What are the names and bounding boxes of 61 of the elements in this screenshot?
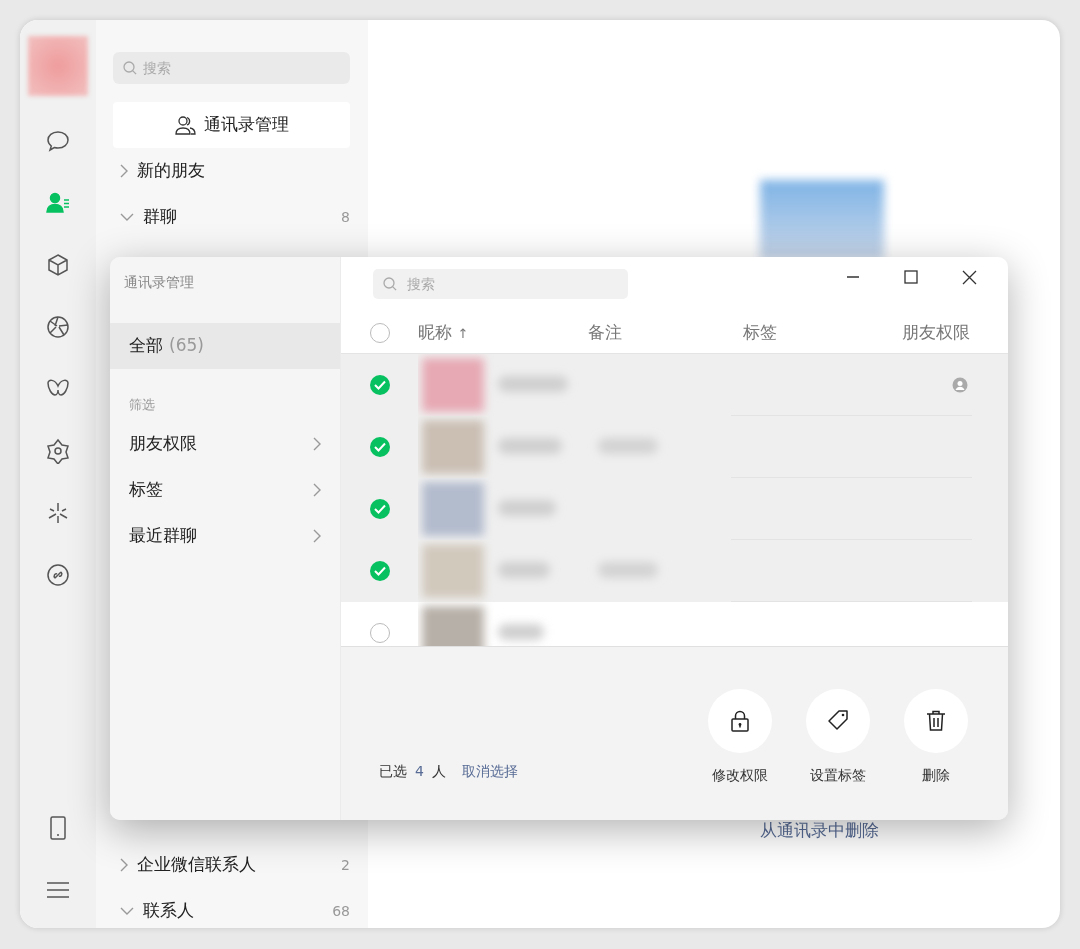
all-contacts-item[interactable]: 全部 (65): [110, 323, 340, 369]
aperture-icon: [45, 314, 71, 340]
check-icon: [373, 504, 386, 514]
search-field[interactable]: 搜索: [373, 269, 628, 299]
group-count: 2: [341, 855, 350, 875]
checkbox[interactable]: [369, 375, 390, 395]
checkbox[interactable]: [369, 323, 390, 343]
flower-icon: [45, 438, 71, 464]
chevron-right-icon: [119, 857, 129, 873]
contact-group[interactable]: 新的朋友: [113, 148, 350, 194]
tag-icon: [827, 709, 849, 733]
group-label: 群聊: [143, 205, 177, 229]
section-heading: 筛选: [128, 396, 156, 414]
minimize-icon: [846, 276, 860, 278]
column-header[interactable]: 备注: [588, 320, 743, 346]
link-circle-icon: [45, 562, 71, 588]
group-label: 联系人: [143, 899, 194, 923]
maximize-icon: [903, 269, 919, 285]
group-label: 新的朋友: [137, 159, 205, 183]
contacts-icon: [45, 190, 71, 216]
checkbox[interactable]: [369, 623, 390, 643]
dialog-title: 通讯录管理: [123, 273, 195, 292]
lock-icon: [729, 709, 751, 733]
checkbox[interactable]: [369, 499, 390, 519]
filter-item[interactable]: 最近群聊: [110, 512, 340, 559]
selected-count: 4: [415, 762, 424, 781]
chevron-down-icon: [119, 212, 135, 222]
people-icon: [174, 114, 196, 136]
delete-link[interactable]: 从通讯录中删除: [760, 818, 879, 844]
check-icon: [373, 380, 386, 390]
selected-label: 已选: [379, 762, 407, 781]
chevron-right-icon: [312, 527, 322, 544]
filter-item[interactable]: 标签: [110, 466, 340, 513]
search-icon: [383, 277, 397, 291]
group-count: 8: [341, 207, 350, 227]
chevron-right-icon: [119, 163, 129, 179]
chat-icon: [45, 128, 71, 154]
column-header[interactable]: 标签: [743, 320, 893, 346]
close-icon: [961, 269, 977, 285]
trash-icon: [925, 709, 947, 733]
column-header[interactable]: 昵称 ↑: [418, 320, 588, 346]
chevron-right-icon: [312, 435, 322, 452]
chevron-down-icon: [119, 906, 135, 916]
group-label: 企业微信联系人: [137, 853, 256, 877]
filter-item[interactable]: 朋友权限: [110, 420, 340, 467]
search-icon: [123, 61, 137, 75]
checkbox[interactable]: [369, 437, 390, 457]
contact-group[interactable]: 群聊 8: [113, 194, 350, 240]
chevron-right-icon: [312, 481, 322, 498]
selected-unit: 人: [431, 762, 446, 781]
cube-icon: [45, 252, 71, 278]
column-header[interactable]: 朋友权限: [902, 320, 970, 346]
check-icon: [373, 442, 386, 452]
group-count: 68: [332, 901, 350, 921]
check-icon: [373, 566, 386, 576]
clear-selection-link[interactable]: 取消选择: [461, 761, 518, 782]
search-field[interactable]: 搜索: [113, 52, 350, 84]
contact-group[interactable]: 企业微信联系人 2: [113, 842, 350, 888]
contact-group[interactable]: 联系人 68: [113, 888, 350, 928]
contacts-manager-button[interactable]: 通讯录管理: [113, 102, 350, 148]
checkbox[interactable]: [369, 561, 390, 581]
